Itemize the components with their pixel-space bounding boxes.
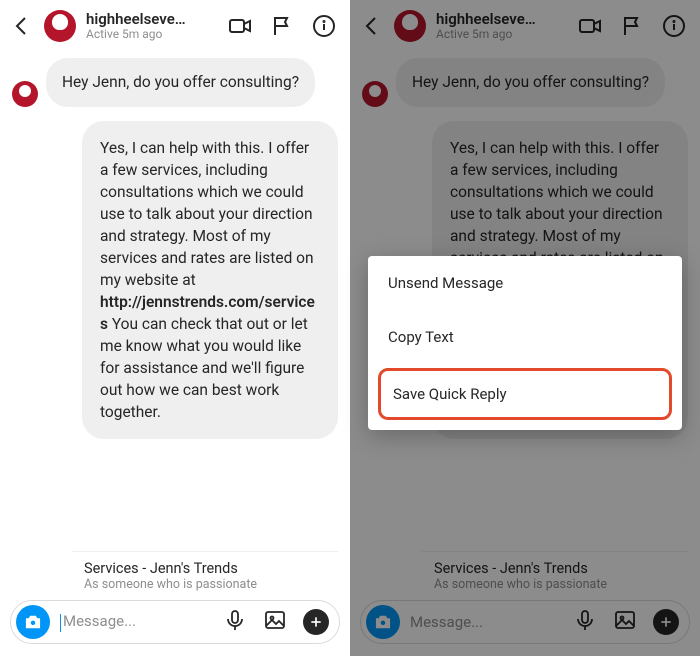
message-action-sheet: Unsend Message Copy Text Save Quick Repl…: [368, 256, 682, 430]
preview-description: As someone who is passionate: [84, 577, 326, 592]
profile-avatar[interactable]: [44, 10, 76, 42]
save-quick-reply-option[interactable]: Save Quick Reply: [378, 368, 672, 420]
incoming-message-row: Hey Jenn, do you offer consulting?: [12, 58, 338, 107]
header-actions: [228, 14, 340, 38]
plus-button[interactable]: [303, 609, 329, 635]
composer-pill: Message...: [10, 600, 340, 644]
chat-screen-right: highheelseve… Active 5m ago Hey Jenn, do…: [350, 0, 700, 656]
back-icon[interactable]: [10, 14, 34, 38]
outgoing-message-bubble[interactable]: Yes, I can help with this. I offer a few…: [82, 121, 338, 439]
message-composer: Message...: [0, 592, 350, 656]
link-preview-card[interactable]: Services - Jenn's Trends As someone who …: [72, 551, 338, 592]
message-thread[interactable]: Hey Jenn, do you offer consulting? Yes, …: [0, 52, 350, 592]
gallery-icon[interactable]: [263, 608, 287, 636]
active-status: Active 5m ago: [86, 28, 218, 41]
username: highheelseve…: [86, 11, 218, 28]
outgoing-text-pre: Yes, I can help with this. I offer a few…: [100, 139, 314, 289]
info-icon[interactable]: [312, 14, 336, 38]
outgoing-text-post: You can check that out or let me know wh…: [100, 315, 308, 421]
incoming-message-bubble[interactable]: Hey Jenn, do you offer consulting?: [46, 58, 315, 107]
video-call-icon[interactable]: [228, 14, 252, 38]
outgoing-message-row: Yes, I can help with this. I offer a few…: [12, 121, 338, 439]
mic-icon[interactable]: [223, 608, 247, 636]
preview-title: Services - Jenn's Trends: [84, 560, 326, 577]
sender-avatar[interactable]: [12, 81, 38, 107]
chat-header: highheelseve… Active 5m ago: [0, 0, 350, 52]
message-placeholder: Message...: [63, 612, 136, 630]
header-name-block[interactable]: highheelseve… Active 5m ago: [86, 11, 218, 41]
chat-screen-left: highheelseve… Active 5m ago Hey Jenn, do…: [0, 0, 350, 656]
flag-icon[interactable]: [270, 14, 294, 38]
unsend-message-option[interactable]: Unsend Message: [368, 256, 682, 310]
copy-text-option[interactable]: Copy Text: [368, 310, 682, 364]
camera-button[interactable]: [16, 605, 50, 639]
message-input[interactable]: Message...: [60, 612, 213, 631]
